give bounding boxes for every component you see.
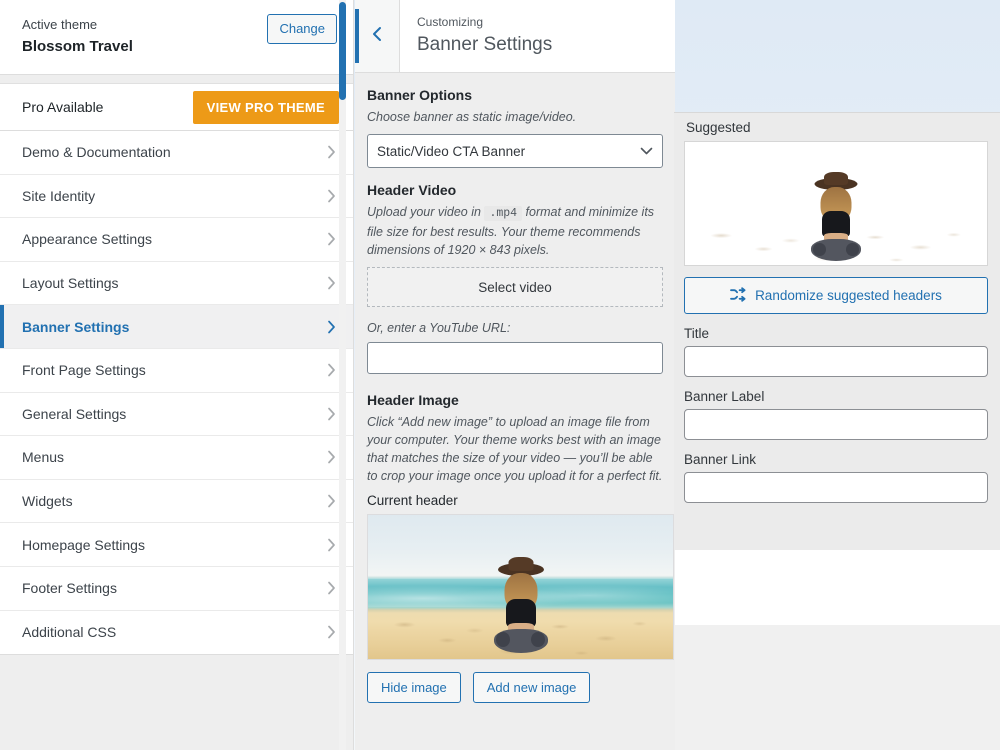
sidebar-scrollbar-track[interactable] — [339, 0, 346, 750]
banner-label-label: Banner Label — [684, 389, 765, 404]
customizer-screen: Active theme Blossom Travel Change Pro A… — [0, 0, 1000, 750]
chevron-right-icon — [326, 188, 337, 204]
section-header-titles: Customizing Banner Settings — [400, 14, 552, 58]
chevron-right-icon — [326, 144, 337, 160]
current-header-label: Current header — [367, 493, 458, 508]
select-video-dropzone[interactable]: Select video — [367, 267, 663, 307]
sidebar-item-label: Homepage Settings — [22, 536, 145, 553]
hide-image-button[interactable]: Hide image — [367, 672, 461, 703]
section-eyebrow: Customizing — [417, 15, 484, 29]
active-theme-box: Active theme Blossom Travel Change — [0, 0, 353, 75]
chevron-right-icon — [326, 493, 337, 509]
banner-options-title: Banner Options — [367, 87, 473, 103]
suggested-label: Suggested — [686, 120, 751, 135]
banner-type-select-wrap: Static/Video CTA Banner — [367, 134, 663, 168]
sidebar-item-label: Additional CSS — [22, 624, 117, 641]
customizer-nav-list: Demo & Documentation Site Identity Appeara… — [0, 131, 353, 656]
preview-white-band — [672, 550, 1000, 625]
banner-options-description: Choose banner as static image/video. — [367, 110, 577, 124]
title-field: Title — [684, 326, 988, 377]
section-header: Customizing Banner Settings — [355, 0, 675, 73]
sidebar-item-layout-settings[interactable]: Layout Settings — [0, 261, 353, 306]
add-new-image-button[interactable]: Add new image — [472, 672, 591, 703]
customizer-sidebar: Active theme Blossom Travel Change Pro A… — [0, 0, 354, 750]
banner-link-input[interactable] — [684, 472, 988, 503]
sidebar-item-label: Layout Settings — [22, 275, 119, 292]
chevron-right-icon — [326, 231, 337, 247]
banner-fields-list: Title Banner Label Banner Link — [684, 326, 988, 503]
back-button[interactable] — [355, 0, 400, 72]
header-video-title: Header Video — [367, 182, 457, 198]
select-video-label: Select video — [478, 279, 552, 295]
header-image-buttons: Hide image Add new image — [367, 672, 663, 719]
chevron-right-icon — [326, 275, 337, 291]
active-theme-name: Blossom Travel — [22, 38, 133, 55]
header-image-title: Header Image — [367, 392, 459, 408]
header-video-desc-part1: Upload your video in — [367, 205, 481, 219]
sidebar-item-site-identity[interactable]: Site Identity — [0, 174, 353, 219]
sidebar-scrollbar-thumb[interactable] — [339, 2, 346, 100]
view-pro-theme-button[interactable]: VIEW PRO THEME — [192, 90, 339, 124]
section-body: Banner Options Choose banner as static i… — [355, 73, 675, 719]
banner-link-field: Banner Link — [684, 452, 988, 503]
sidebar-item-additional-css[interactable]: Additional CSS — [0, 610, 353, 655]
section-title: Banner Settings — [417, 34, 553, 55]
sidebar-item-label: Widgets — [22, 493, 73, 510]
randomize-suggested-headers-button[interactable]: Randomize suggested headers — [684, 277, 988, 314]
suggested-header-image[interactable] — [684, 141, 988, 266]
chevron-right-icon — [326, 362, 337, 378]
title-label: Title — [684, 326, 710, 341]
sidebar-item-label: Front Page Settings — [22, 362, 146, 379]
sidebar-item-appearance-settings[interactable]: Appearance Settings — [0, 218, 353, 262]
banner-label-field: Banner Label — [684, 389, 988, 440]
banner-link-label: Banner Link — [684, 452, 757, 467]
sidebar-item-label: Footer Settings — [22, 580, 117, 597]
chevron-right-icon — [326, 319, 337, 335]
sidebar-item-label: Menus — [22, 449, 65, 466]
mp4-code-chip: .mp4 — [484, 206, 523, 221]
pro-available-row: Pro Available VIEW PRO THEME — [0, 83, 353, 131]
sidebar-item-front-page-settings[interactable]: Front Page Settings — [0, 348, 353, 393]
sidebar-item-label: Banner Settings — [22, 318, 130, 335]
sidebar-item-menus[interactable]: Menus — [0, 436, 353, 480]
sidebar-item-label: Demo & Documentation — [22, 144, 171, 161]
banner-type-select[interactable]: Static/Video CTA Banner — [367, 134, 663, 168]
active-theme-text: Active theme Blossom Travel — [22, 14, 133, 58]
chevron-right-icon — [326, 537, 337, 553]
chevron-right-icon — [326, 406, 337, 422]
active-theme-label: Active theme — [22, 17, 98, 32]
header-image-description: Click “Add new image” to upload an image… — [367, 415, 663, 483]
randomize-button-label: Randomize suggested headers — [755, 288, 942, 303]
header-video-description: Upload your video in .mp4 format and min… — [367, 203, 663, 259]
sidebar-item-widgets[interactable]: Widgets — [0, 479, 353, 524]
banner-settings-section: Customizing Banner Settings Banner Optio… — [355, 0, 675, 750]
change-theme-button[interactable]: Change — [267, 14, 337, 44]
title-input[interactable] — [684, 346, 988, 377]
youtube-url-label: Or, enter a YouTube URL: — [367, 321, 511, 335]
shuffle-icon — [730, 286, 747, 305]
sidebar-item-general-settings[interactable]: General Settings — [0, 392, 353, 437]
chevron-right-icon — [326, 624, 337, 640]
sidebar-item-label: Appearance Settings — [22, 231, 152, 248]
current-header-image[interactable] — [367, 514, 674, 660]
chevron-right-icon — [326, 580, 337, 596]
preview-gray-band — [672, 625, 1000, 750]
banner-label-input[interactable] — [684, 409, 988, 440]
sidebar-item-demo-and-documentation[interactable]: Demo & Documentation — [0, 131, 353, 175]
sidebar-item-footer-settings[interactable]: Footer Settings — [0, 566, 353, 611]
sidebar-item-homepage-settings[interactable]: Homepage Settings — [0, 523, 353, 567]
chevron-left-icon — [371, 25, 384, 48]
youtube-url-input[interactable] — [367, 342, 663, 374]
sidebar-item-label: General Settings — [22, 405, 127, 422]
pro-available-label: Pro Available — [22, 99, 104, 115]
chevron-right-icon — [326, 449, 337, 465]
suggested-headers-panel: Suggested Randomize suggested headers Ti… — [674, 112, 1000, 550]
sidebar-item-label: Site Identity — [22, 187, 96, 204]
sidebar-item-banner-settings[interactable]: Banner Settings — [0, 305, 353, 349]
